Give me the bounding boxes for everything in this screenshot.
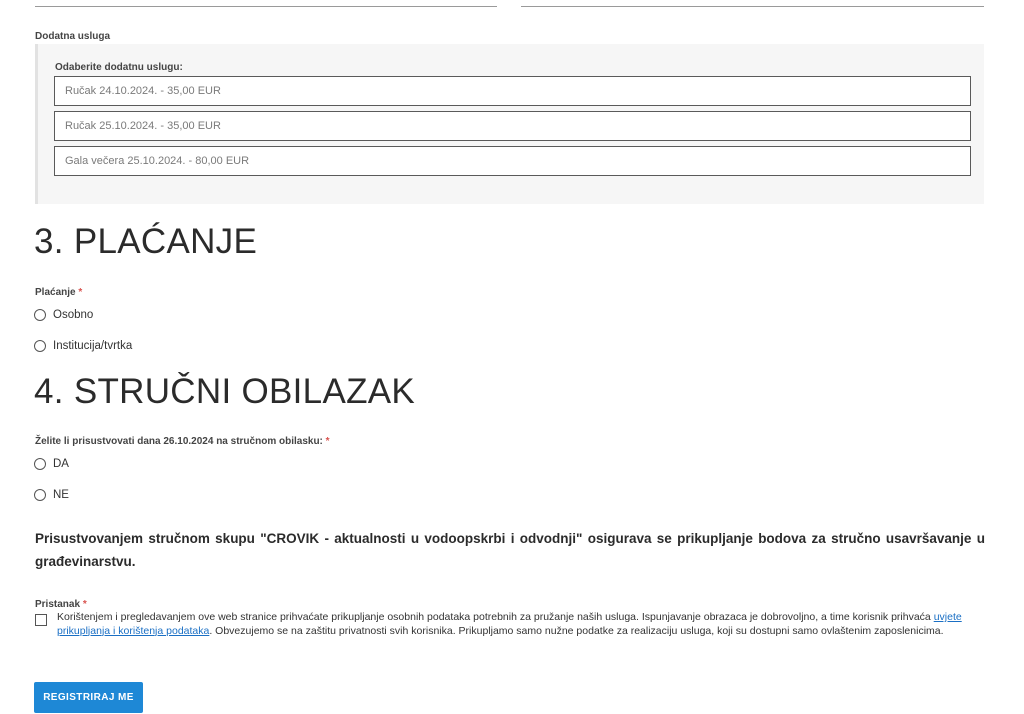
consent-text-before: Korištenjem i pregledavanjem ove web str… (57, 611, 934, 623)
consent-text-after: . Obvezujemo se na zaštitu privatnosti s… (209, 624, 944, 637)
required-mark: * (78, 287, 83, 298)
payment-option-personal[interactable]: Osobno (34, 307, 93, 323)
addon-select-title: Odaberite dodatnu uslugu: (55, 62, 183, 73)
addon-section-label: Dodatna usluga (35, 31, 111, 42)
radio-button[interactable] (34, 340, 46, 352)
required-mark: * (82, 599, 87, 610)
tour-option-no[interactable]: NE (34, 487, 69, 503)
addon-option-lunch-24[interactable]: Ručak 24.10.2024. - 35,00 EUR (54, 76, 971, 106)
input-underline-right (521, 6, 984, 7)
tour-field-label: Želite li prisustvovati dana 26.10.2024 … (35, 436, 330, 447)
radio-button[interactable] (34, 309, 46, 321)
tour-label-text: Želite li prisustvovati dana 26.10.2024 … (35, 436, 323, 447)
radio-label: Institucija/tvrtka (53, 340, 133, 352)
addon-option-gala-dinner[interactable]: Gala večera 25.10.2024. - 80,00 EUR (54, 146, 971, 176)
consent-checkbox[interactable] (35, 614, 47, 626)
register-button[interactable]: REGISTRIRAJ ME (34, 682, 143, 713)
payment-field-label: Plaćanje * (35, 287, 82, 298)
radio-button[interactable] (34, 458, 46, 470)
tour-option-yes[interactable]: DA (34, 456, 69, 472)
consent-text: Korištenjem i pregledavanjem ove web str… (57, 611, 987, 638)
payment-label-text: Plaćanje (35, 287, 76, 298)
radio-button[interactable] (34, 489, 46, 501)
addon-panel: Odaberite dodatnu uslugu: Ručak 24.10.20… (35, 44, 984, 204)
payment-section-title: 3. PLAĆANJE (34, 222, 258, 261)
radio-label: Osobno (53, 309, 94, 321)
consent-field-label: Pristanak * (35, 599, 87, 610)
consent-label-text: Pristanak (35, 599, 81, 610)
required-mark: * (325, 436, 330, 447)
radio-label: DA (53, 458, 69, 470)
tour-section-title: 4. STRUČNI OBILAZAK (34, 372, 416, 411)
radio-label: NE (53, 489, 69, 501)
input-underline-left (35, 6, 497, 7)
payment-option-company[interactable]: Institucija/tvrtka (34, 338, 132, 354)
addon-option-lunch-25[interactable]: Ručak 25.10.2024. - 35,00 EUR (54, 111, 971, 141)
points-notice: Prisustvovanjem stručnom skupu "CROVIK -… (35, 531, 985, 569)
